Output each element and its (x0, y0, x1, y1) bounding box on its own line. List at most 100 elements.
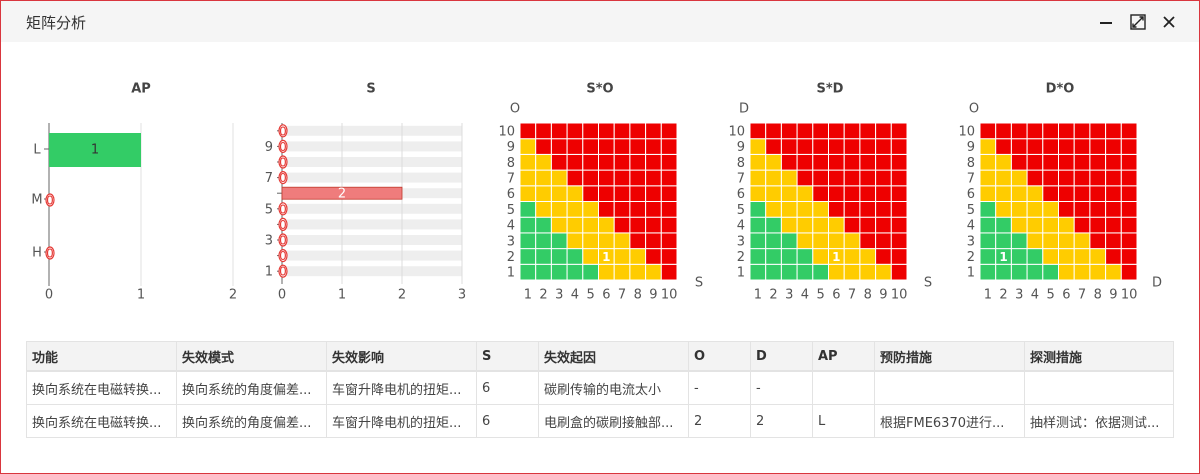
matrix-cell (796, 216, 814, 234)
matrix-cell (1010, 216, 1028, 234)
matrix-cell (765, 248, 782, 265)
matrix-cell (629, 201, 647, 218)
col-header-failure-cause[interactable]: 失效起因 (538, 341, 689, 372)
s-x-tick-label: 0 (278, 288, 286, 303)
matrix-cell (582, 153, 599, 171)
matrix-analysis-window: 矩阵分析 AP 0 1 2 L 1 M 0 H 0 S 0 1 2 3 0 0 0 0 0 2 0 0 0 0 1 3 5 7 9 S*O O… (0, 0, 1200, 474)
matrix-cell (890, 138, 908, 155)
matrix-cell (1026, 185, 1044, 203)
matrix-y-tick-label-0: 2 (507, 250, 515, 265)
cell-detection (1024, 370, 1174, 405)
matrix-y-tick-label-2: 4 (967, 219, 975, 234)
col-header-o[interactable]: O (688, 341, 751, 372)
matrix-cell (875, 216, 892, 234)
matrix-cell (875, 201, 892, 218)
matrix-marker-label-0: 1 (602, 250, 610, 264)
matrix-cell (859, 169, 877, 187)
matrix-cell (519, 153, 537, 171)
matrix-cell (660, 201, 678, 218)
col-header-d[interactable]: D (750, 341, 813, 372)
minimize-button[interactable] (1094, 10, 1118, 34)
matrix-cell (812, 232, 829, 250)
matrix-cell (749, 263, 767, 281)
close-button[interactable] (1157, 10, 1181, 34)
col-header-function[interactable]: 功能 (26, 341, 177, 372)
matrix-x-tick-label-2: 7 (1078, 288, 1086, 303)
matrix-y-tick-label-2: 2 (967, 250, 975, 265)
matrix-cell (1026, 216, 1044, 234)
s-y-tick-label: 5 (265, 202, 273, 217)
col-header-prevention[interactable]: 预防措施 (874, 341, 1025, 372)
matrix-cell (550, 169, 568, 187)
matrix-cell (582, 263, 599, 281)
matrix-y-tick-label-1: 5 (737, 203, 745, 218)
matrix-cell (749, 185, 767, 203)
matrix-cell (765, 185, 782, 203)
matrix-cell (843, 185, 861, 203)
matrix-cell (1026, 153, 1044, 171)
matrix-cell (535, 263, 552, 281)
matrix-y-tick-label-1: 1 (737, 266, 745, 281)
s-row-band (282, 266, 462, 277)
matrix-y-tick-label-2: 1 (967, 266, 975, 281)
matrix-cell (566, 201, 584, 218)
s-x-tick-label: 2 (398, 288, 406, 303)
matrix-cell (1058, 201, 1075, 218)
col-header-failure-effect[interactable]: 失效影响 (326, 341, 477, 372)
matrix-cell (1042, 138, 1060, 155)
matrix-cell (749, 169, 767, 187)
matrix-cell (519, 248, 537, 265)
matrix-x-tick-label-0: 1 (524, 288, 532, 303)
matrix-cell (566, 232, 584, 250)
col-header-ap[interactable]: AP (812, 341, 875, 372)
col-header-s[interactable]: S (476, 341, 539, 372)
matrix-cell (1120, 232, 1138, 250)
matrix-cell (749, 201, 767, 218)
matrix-cell (535, 169, 552, 187)
matrix-cell (796, 201, 814, 218)
matrix-cell (1042, 153, 1060, 171)
matrix-cell (1042, 232, 1060, 250)
matrix-cell (660, 232, 678, 250)
col-header-failure-mode[interactable]: 失效模式 (176, 341, 327, 372)
matrix-cell (1105, 216, 1122, 234)
matrix-cell (765, 201, 782, 218)
matrix-cell (780, 122, 798, 140)
col-header-detection[interactable]: 探测措施 (1024, 341, 1174, 372)
matrix-cell (1042, 216, 1060, 234)
matrix-cell (1010, 232, 1028, 250)
matrix-cell (519, 263, 537, 281)
matrix-cell (535, 216, 552, 234)
matrix-cell (566, 169, 584, 187)
matrix-cell (812, 153, 829, 171)
matrix-cell (979, 232, 997, 250)
table-row[interactable]: 换向系统在电磁转换... 换向系统的角度偏差... 车窗升降电机的扭矩... 6… (26, 404, 1174, 438)
matrix-cell (875, 232, 892, 250)
matrix-cell (1089, 185, 1107, 203)
ap-category-label-L: L (33, 143, 41, 158)
matrix-cell (535, 138, 552, 155)
matrix-cell (550, 138, 568, 155)
table-row[interactable]: 换向系统在电磁转换... 换向系统的角度偏差... 车窗升降电机的扭矩... 6… (26, 370, 1174, 405)
matrix-x-tick-label-0: 6 (602, 288, 610, 303)
minimize-icon (1100, 22, 1112, 24)
matrix-cell (780, 263, 798, 281)
matrix-cell (660, 153, 678, 171)
title-bar: 矩阵分析 (1, 1, 1199, 42)
s-row-band (282, 125, 462, 136)
matrix-x-tick-label-0: 4 (571, 288, 579, 303)
matrix-cell (660, 169, 678, 187)
matrix-cell (1026, 122, 1044, 140)
matrix-cell (535, 232, 552, 250)
s-row-band (282, 203, 462, 214)
maximize-button[interactable] (1126, 10, 1150, 34)
matrix-cell (859, 232, 877, 250)
matrix-cell (1058, 185, 1075, 203)
fmea-table: 功能 失效模式 失效影响 S 失效起因 O D AP 预防措施 探测措施 换向系… (26, 341, 1174, 438)
matrix-cell (1089, 138, 1107, 155)
matrix-y-tick-label-1: 4 (737, 219, 745, 234)
matrix-y-tick-label-2: 10 (958, 124, 975, 139)
matrix-x-tick-label-0: 2 (539, 288, 547, 303)
matrix-cell (749, 122, 767, 140)
matrix-cell (598, 122, 615, 140)
